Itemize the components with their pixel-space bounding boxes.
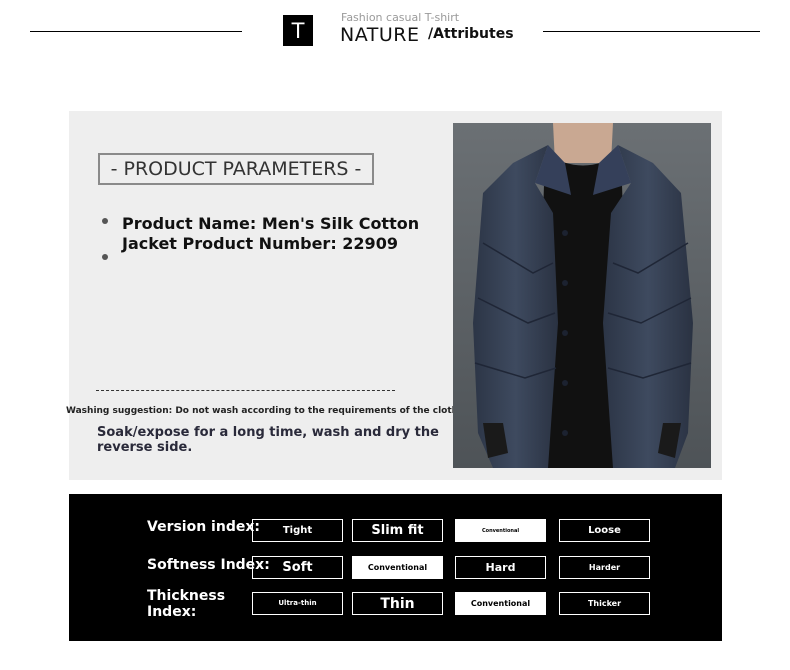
washing-suggestion: Washing suggestion: Do not wash accordin… [66,406,494,416]
header-rule-left [30,31,242,32]
header-attributes: /Attributes [428,26,514,42]
version-index-label: Version index: [147,519,260,535]
soak-note: Soak/expose for a long time, wash and dr… [97,425,439,455]
thickness-option-thicker[interactable]: Thicker [559,592,650,615]
softness-option-harder[interactable]: Harder [559,556,650,579]
product-photo [453,123,711,468]
softness-option-soft[interactable]: Soft [252,556,343,579]
product-name-text: Product Name: Men's Silk Cotton Jacket P… [122,214,420,253]
dashed-divider [96,390,395,391]
parameters-title: - PRODUCT PARAMETERS - [98,153,374,185]
softness-option-conventional[interactable]: Conventional [352,556,443,579]
jacket-illustration [453,123,711,468]
version-option-tight[interactable]: Tight [252,519,343,542]
softness-option-hard[interactable]: Hard [455,556,546,579]
version-option-conventional[interactable]: Conventional [455,519,546,542]
version-option-loose[interactable]: Loose [559,519,650,542]
header-nature: NATURE [340,24,420,46]
thickness-option-thin[interactable]: Thin [352,592,443,615]
thickness-option-conventional[interactable]: Conventional [455,592,546,615]
bullet-icon [102,218,108,224]
thickness-option-ultra-thin[interactable]: Ultra-thin [252,592,343,615]
thickness-index-label: Thickness Index: [147,588,226,620]
header-rule-right [543,31,760,32]
header-subtitle: Fashion casual T-shirt [341,11,460,24]
t-badge-icon: T [283,15,313,46]
bullet-icon [102,254,108,260]
version-option-slim-fit[interactable]: Slim fit [352,519,443,542]
